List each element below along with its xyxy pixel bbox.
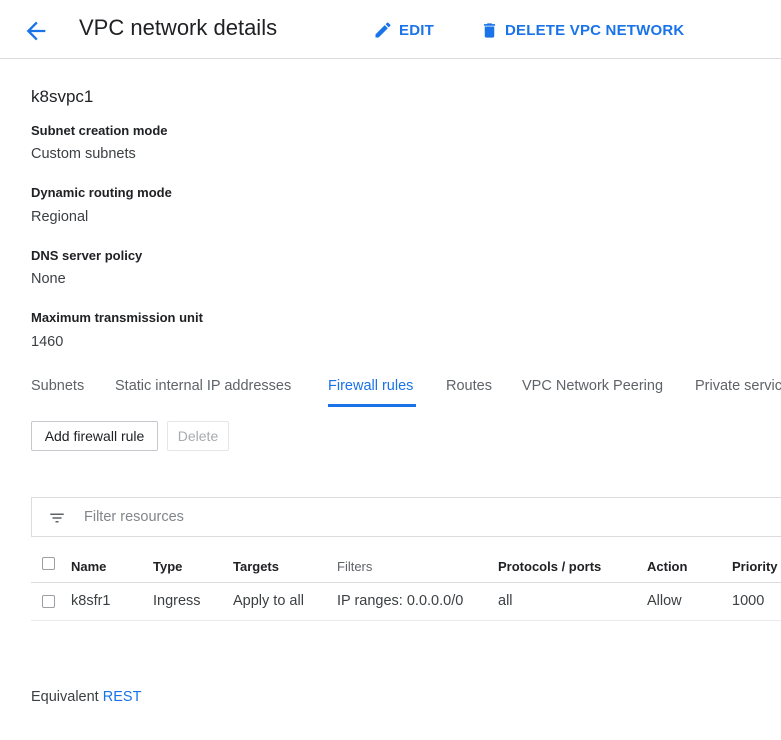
tab-static-internal-ip-addresses[interactable]: Static internal IP addresses xyxy=(115,378,291,394)
select-all-checkbox[interactable] xyxy=(42,557,55,570)
rule-type: Ingress xyxy=(153,593,201,609)
dns-server-policy-label: DNS server policy xyxy=(31,248,143,263)
tab-private-service[interactable]: Private service xyxy=(695,378,781,394)
rule-action: Allow xyxy=(647,593,682,609)
table-row: k8sfr1 Ingress Apply to all IP ranges: 0… xyxy=(31,583,781,621)
delete-vpc-network-label: DELETE VPC NETWORK xyxy=(505,21,685,39)
rule-priority: 1000 xyxy=(732,593,765,609)
network-name: k8svpc1 xyxy=(31,87,94,106)
table-header: Name Type Targets Filters Protocols / po… xyxy=(31,551,781,583)
tab-routes[interactable]: Routes xyxy=(446,378,492,394)
filter-input[interactable] xyxy=(84,506,484,528)
column-header-targets[interactable]: Targets xyxy=(233,559,279,574)
mtu-value: 1460 xyxy=(31,334,64,350)
column-header-protocols-ports[interactable]: Protocols / ports xyxy=(498,559,601,574)
pencil-icon xyxy=(375,22,391,38)
filter-bar xyxy=(31,497,781,537)
rule-protocols: all xyxy=(498,593,513,609)
dynamic-routing-mode-value: Regional xyxy=(31,209,89,225)
equivalent-rest: Equivalent REST xyxy=(31,689,141,705)
subnet-creation-mode-label: Subnet creation mode xyxy=(31,123,168,138)
column-header-action[interactable]: Action xyxy=(647,559,687,574)
rule-name[interactable]: k8sfr1 xyxy=(71,593,111,609)
filter-list-icon[interactable] xyxy=(48,509,66,527)
edit-button[interactable]: EDIT xyxy=(373,18,434,42)
mtu-label: Maximum transmission unit xyxy=(31,310,203,325)
rule-targets: Apply to all xyxy=(233,593,304,609)
column-header-type[interactable]: Type xyxy=(153,559,182,574)
page-title: VPC network details xyxy=(79,15,278,40)
dynamic-routing-mode-label: Dynamic routing mode xyxy=(31,185,172,200)
tab-firewall-rules[interactable]: Firewall rules xyxy=(328,378,413,394)
trash-icon xyxy=(483,22,496,38)
delete-vpc-network-button[interactable]: DELETE VPC NETWORK xyxy=(480,18,684,42)
tab-subnets[interactable]: Subnets xyxy=(31,378,84,394)
add-firewall-rule-button[interactable]: Add firewall rule xyxy=(31,421,158,451)
column-header-filters: Filters xyxy=(337,559,373,574)
edit-label: EDIT xyxy=(399,21,434,39)
rule-filters: IP ranges: 0.0.0.0/0 xyxy=(337,593,464,609)
active-tab-indicator xyxy=(328,404,416,407)
back-arrow-icon[interactable] xyxy=(22,17,50,45)
subnet-creation-mode-value: Custom subnets xyxy=(31,146,136,162)
column-header-priority[interactable]: Priority xyxy=(732,559,778,574)
top-bar: VPC network details EDIT DELETE VPC NETW… xyxy=(0,0,781,59)
dns-server-policy-value: None xyxy=(31,271,66,287)
row-checkbox[interactable] xyxy=(42,595,55,608)
tab-bar: Subnets Static internal IP addresses Fir… xyxy=(31,370,781,407)
column-header-name[interactable]: Name xyxy=(71,559,106,574)
tab-vpc-network-peering[interactable]: VPC Network Peering xyxy=(522,378,663,394)
rest-link[interactable]: REST xyxy=(103,689,142,705)
equivalent-label: Equivalent xyxy=(31,689,99,705)
delete-button[interactable]: Delete xyxy=(167,421,229,451)
